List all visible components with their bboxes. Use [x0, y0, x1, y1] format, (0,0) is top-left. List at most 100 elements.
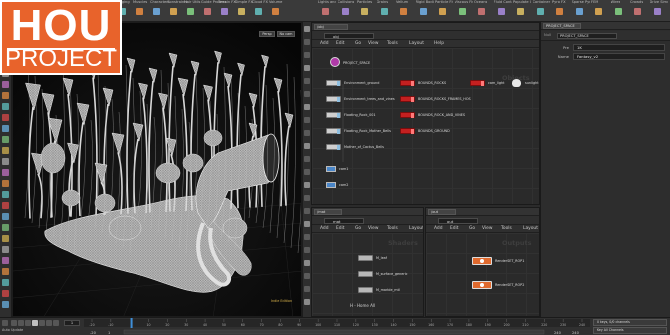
display-flag-icon[interactable]: [411, 96, 414, 102]
display-option-icon[interactable]: [304, 104, 310, 110]
playback-button[interactable]: [18, 320, 24, 326]
tool-icon[interactable]: [2, 268, 9, 275]
node-name-field[interactable]: PROJECT_SPACE: [557, 33, 617, 39]
tab-out[interactable]: /out: [428, 209, 456, 215]
playback-button[interactable]: [25, 320, 31, 326]
display-flag-icon[interactable]: [337, 128, 340, 134]
display-option-icon[interactable]: [304, 91, 310, 97]
shelf-tool-icon[interactable]: [361, 8, 368, 15]
shelf-tool-icon[interactable]: [419, 8, 427, 15]
playback-button[interactable]: [46, 320, 52, 326]
shelf-tab[interactable]: Fluid Containers: [494, 0, 512, 5]
network-canvas[interactable]: Objects PROJECT_SPACE Environment_ground E…: [312, 48, 539, 204]
tab-mat[interactable]: /mat: [314, 209, 342, 215]
tool-icon[interactable]: [2, 290, 9, 297]
shelf-tool-icon[interactable]: [341, 8, 349, 15]
display-option-icon[interactable]: [304, 117, 310, 123]
shelf-tab[interactable]: Pyro FX: [552, 0, 566, 5]
display-option-icon[interactable]: [304, 247, 310, 253]
display-option-icon[interactable]: [304, 26, 310, 32]
shelf-tab[interactable]: Volume: [269, 0, 282, 5]
tool-icon[interactable]: [2, 81, 9, 88]
param-value-field[interactable]: Fantasy_v2: [573, 53, 665, 60]
shelf-tab[interactable]: Crowds: [630, 0, 643, 5]
path-field[interactable]: obj: [324, 32, 374, 39]
display-option-icon[interactable]: [304, 52, 310, 58]
menu-tools[interactable]: Tools: [387, 226, 398, 231]
menu-layout[interactable]: Layout: [409, 226, 423, 231]
shelf-tool-icon[interactable]: [272, 8, 279, 15]
shelf-tab[interactable]: Muscles: [133, 0, 147, 5]
shelf-tool-icon[interactable]: [458, 8, 466, 15]
shelf-tool-icon[interactable]: [439, 8, 446, 15]
menu-edit[interactable]: Edit: [450, 226, 459, 231]
shelf-tool-icon[interactable]: [653, 8, 661, 15]
shelf-tab[interactable]: FEM: [591, 0, 598, 5]
shelf-tab[interactable]: Viscous Fluids: [455, 0, 473, 5]
timeline-ruler[interactable]: -20-101102030405060708090100110120130140…: [84, 318, 590, 335]
shader-canvas[interactable]: Shaders H - Home All M_leaf M_surface_gen…: [312, 233, 423, 316]
menu-go[interactable]: Go: [355, 226, 361, 231]
shelf-tab[interactable]: Wires: [611, 0, 621, 5]
menu-help[interactable]: Help: [434, 41, 444, 46]
menu-go[interactable]: Go: [469, 226, 475, 231]
playback-button[interactable]: [53, 320, 59, 326]
shelf-tab[interactable]: Rigid Bodies: [416, 0, 434, 5]
tool-icon[interactable]: [2, 114, 9, 121]
display-option-icon[interactable]: [304, 273, 310, 279]
tool-icon[interactable]: [2, 202, 9, 209]
tool-icon[interactable]: [2, 257, 9, 264]
shelf-tool-icon[interactable]: [497, 8, 505, 15]
menu-view[interactable]: View: [368, 41, 378, 46]
shelf-tool-icon[interactable]: [614, 8, 622, 15]
menu-edit[interactable]: Edit: [336, 226, 345, 231]
shelf-tab[interactable]: Populate Containers: [513, 0, 531, 5]
menu-layout[interactable]: Layout: [409, 41, 424, 46]
param-value-field[interactable]: 1K: [573, 44, 665, 51]
tool-icon[interactable]: [2, 136, 9, 143]
menu-layout[interactable]: Layout: [523, 226, 538, 231]
shelf-tab[interactable]: Lights and Cameras: [318, 0, 336, 5]
shelf-tab[interactable]: Particles: [357, 0, 372, 5]
tool-icon[interactable]: [2, 235, 9, 242]
display-flag-icon[interactable]: [337, 144, 340, 150]
display-option-icon[interactable]: [304, 221, 310, 227]
menu-add[interactable]: Add: [320, 226, 329, 231]
shelf-tool-icon[interactable]: [517, 8, 524, 15]
camera-menu[interactable]: No cam: [277, 31, 295, 37]
menu-add[interactable]: Add: [434, 226, 443, 231]
menu-edit[interactable]: Edit: [336, 41, 345, 46]
tool-icon[interactable]: [2, 224, 9, 231]
tool-icon[interactable]: [2, 180, 9, 187]
menu-tools[interactable]: Tools: [501, 226, 512, 231]
tab-obj[interactable]: /obj: [314, 24, 348, 30]
tool-icon[interactable]: [2, 279, 9, 286]
shelf-tool-icon[interactable]: [380, 8, 388, 15]
display-flag-icon[interactable]: [337, 112, 340, 118]
shelf-tab[interactable]: Simple FX: [235, 0, 253, 5]
shelf-tool-icon[interactable]: [187, 8, 194, 15]
display-option-icon[interactable]: [304, 143, 310, 149]
display-flag-icon[interactable]: [337, 96, 340, 102]
display-flag-icon[interactable]: [411, 112, 414, 118]
shelf-tool-icon[interactable]: [238, 8, 245, 15]
shelf-tab[interactable]: Sparse Pyro FX: [572, 0, 590, 5]
shelf-tab[interactable]: Collisions: [338, 0, 355, 5]
shelf-tab[interactable]: Drive Simulation: [650, 0, 668, 5]
display-option-icon[interactable]: [304, 182, 310, 188]
shelf-tab[interactable]: Terrain FX: [218, 0, 236, 5]
display-option-icon[interactable]: [304, 156, 310, 162]
output-canvas[interactable]: Outputs RenderSET_ROP1 RenderSET_ROP2: [426, 233, 539, 316]
tool-icon[interactable]: [2, 301, 9, 308]
shelf-tool-icon[interactable]: [634, 8, 641, 15]
tool-icon[interactable]: [2, 158, 9, 165]
shelf-tool-icon[interactable]: [255, 8, 262, 15]
display-flag-icon[interactable]: [411, 80, 414, 86]
shelf-tab[interactable]: Particle Fluids: [435, 0, 453, 5]
display-flag-icon[interactable]: [411, 128, 414, 134]
tool-icon[interactable]: [2, 246, 9, 253]
shelf-tab[interactable]: Oceans: [474, 0, 487, 5]
shelf-tool-icon[interactable]: [153, 8, 160, 15]
tool-icon[interactable]: [2, 213, 9, 220]
display-option-icon[interactable]: [304, 195, 310, 201]
